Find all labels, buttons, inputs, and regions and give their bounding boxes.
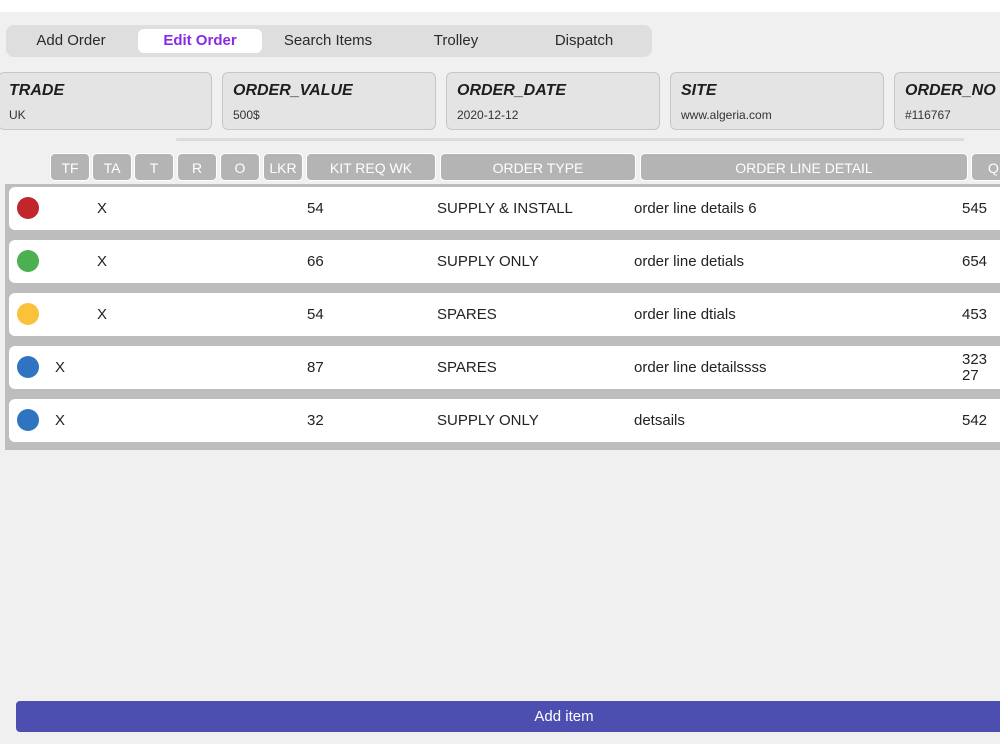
card-site-value: www.algeria.com	[681, 108, 772, 122]
cell-kit-req-wk: 66	[307, 253, 324, 270]
card-order-no-value: #116767	[905, 108, 951, 122]
column-header-ta: TA	[92, 153, 132, 181]
edit-order-screen: Add Order Edit Order Search Items Trolle…	[0, 12, 1000, 744]
table-row[interactable]: X 54 SPARES order line dtials 453	[9, 293, 1000, 336]
status-dot-icon	[17, 250, 39, 272]
cell-order-type: SUPPLY ONLY	[437, 412, 539, 429]
cell-order-type: SUPPLY & INSTALL	[437, 200, 573, 217]
tab-edit-order[interactable]: Edit Order	[138, 29, 262, 53]
card-site-label: SITE	[681, 82, 717, 99]
cell-order-line-detail: detsails	[634, 412, 685, 429]
card-order-date-label: ORDER_DATE	[457, 82, 567, 99]
cell-tf: X	[55, 412, 66, 429]
card-order-value-value: 500$	[233, 108, 260, 122]
card-trade-value: UK	[9, 108, 26, 122]
cell-qty: 542	[962, 412, 988, 429]
cell-kit-req-wk: 32	[307, 412, 324, 429]
column-header-r: R	[177, 153, 217, 181]
cell-kit-req-wk: 54	[307, 200, 324, 217]
tab-dispatch[interactable]: Dispatch	[536, 29, 632, 53]
cell-ta: X	[97, 253, 108, 270]
cell-qty: 453	[962, 306, 988, 323]
column-header-tf: TF	[50, 153, 90, 181]
table-row[interactable]: X 54 SUPPLY & INSTALL order line details…	[9, 187, 1000, 230]
cell-qty: 545	[962, 200, 988, 217]
card-order-value: ORDER_VALUE 500$	[222, 72, 436, 130]
cell-order-type: SPARES	[437, 306, 497, 323]
table-row[interactable]: X 32 SUPPLY ONLY detsails 542	[9, 399, 1000, 442]
table-row[interactable]: X 87 SPARES order line detailssss 32327	[9, 346, 1000, 389]
status-dot-icon	[17, 303, 39, 325]
card-order-date: ORDER_DATE 2020-12-12	[446, 72, 660, 130]
cards-scrollbar[interactable]	[176, 138, 964, 141]
tab-add-order[interactable]: Add Order	[18, 29, 124, 53]
column-header-order-type: ORDER TYPE	[440, 153, 636, 181]
status-dot-icon	[17, 409, 39, 431]
status-dot-icon	[17, 197, 39, 219]
card-order-no-label: ORDER_NO	[905, 82, 996, 99]
cell-order-line-detail: order line details 6	[634, 200, 757, 217]
column-header-kit-req-wk: KIT REQ WK	[306, 153, 436, 181]
tab-bar: Add Order Edit Order Search Items Trolle…	[6, 25, 652, 57]
card-trade-label: TRADE	[9, 82, 65, 99]
add-item-label: Add item	[534, 708, 594, 725]
card-order-value-label: ORDER_VALUE	[233, 82, 353, 99]
column-header-o: O	[220, 153, 260, 181]
column-header-qty: Q	[971, 153, 1000, 181]
cell-tf: X	[55, 359, 66, 376]
status-dot-icon	[17, 356, 39, 378]
column-header-order-line-detail: ORDER LINE DETAIL	[640, 153, 968, 181]
cell-qty: 654	[962, 253, 988, 270]
table-row[interactable]: X 66 SUPPLY ONLY order line detials 654	[9, 240, 1000, 283]
tab-search-items[interactable]: Search Items	[270, 29, 386, 53]
card-site: SITE www.algeria.com	[670, 72, 884, 130]
tab-trolley[interactable]: Trolley	[414, 29, 498, 53]
cell-order-type: SUPPLY ONLY	[437, 253, 539, 270]
card-order-no: ORDER_NO #116767	[894, 72, 1000, 130]
cell-order-line-detail: order line dtials	[634, 306, 736, 323]
cell-order-line-detail: order line detailssss	[634, 359, 767, 376]
card-order-date-value: 2020-12-12	[457, 108, 519, 122]
cell-ta: X	[97, 200, 108, 217]
column-header-t: T	[134, 153, 174, 181]
add-item-button[interactable]: Add item	[16, 701, 1000, 732]
column-header-lkr: LKR	[263, 153, 303, 181]
card-trade: TRADE UK	[0, 72, 212, 130]
cell-ta: X	[97, 306, 108, 323]
cell-kit-req-wk: 54	[307, 306, 324, 323]
cell-order-line-detail: order line detials	[634, 253, 745, 270]
cell-order-type: SPARES	[437, 359, 497, 376]
cell-kit-req-wk: 87	[307, 359, 324, 376]
cell-qty: 32327	[962, 352, 988, 384]
order-lines-table: X 54 SUPPLY & INSTALL order line details…	[5, 184, 1000, 450]
